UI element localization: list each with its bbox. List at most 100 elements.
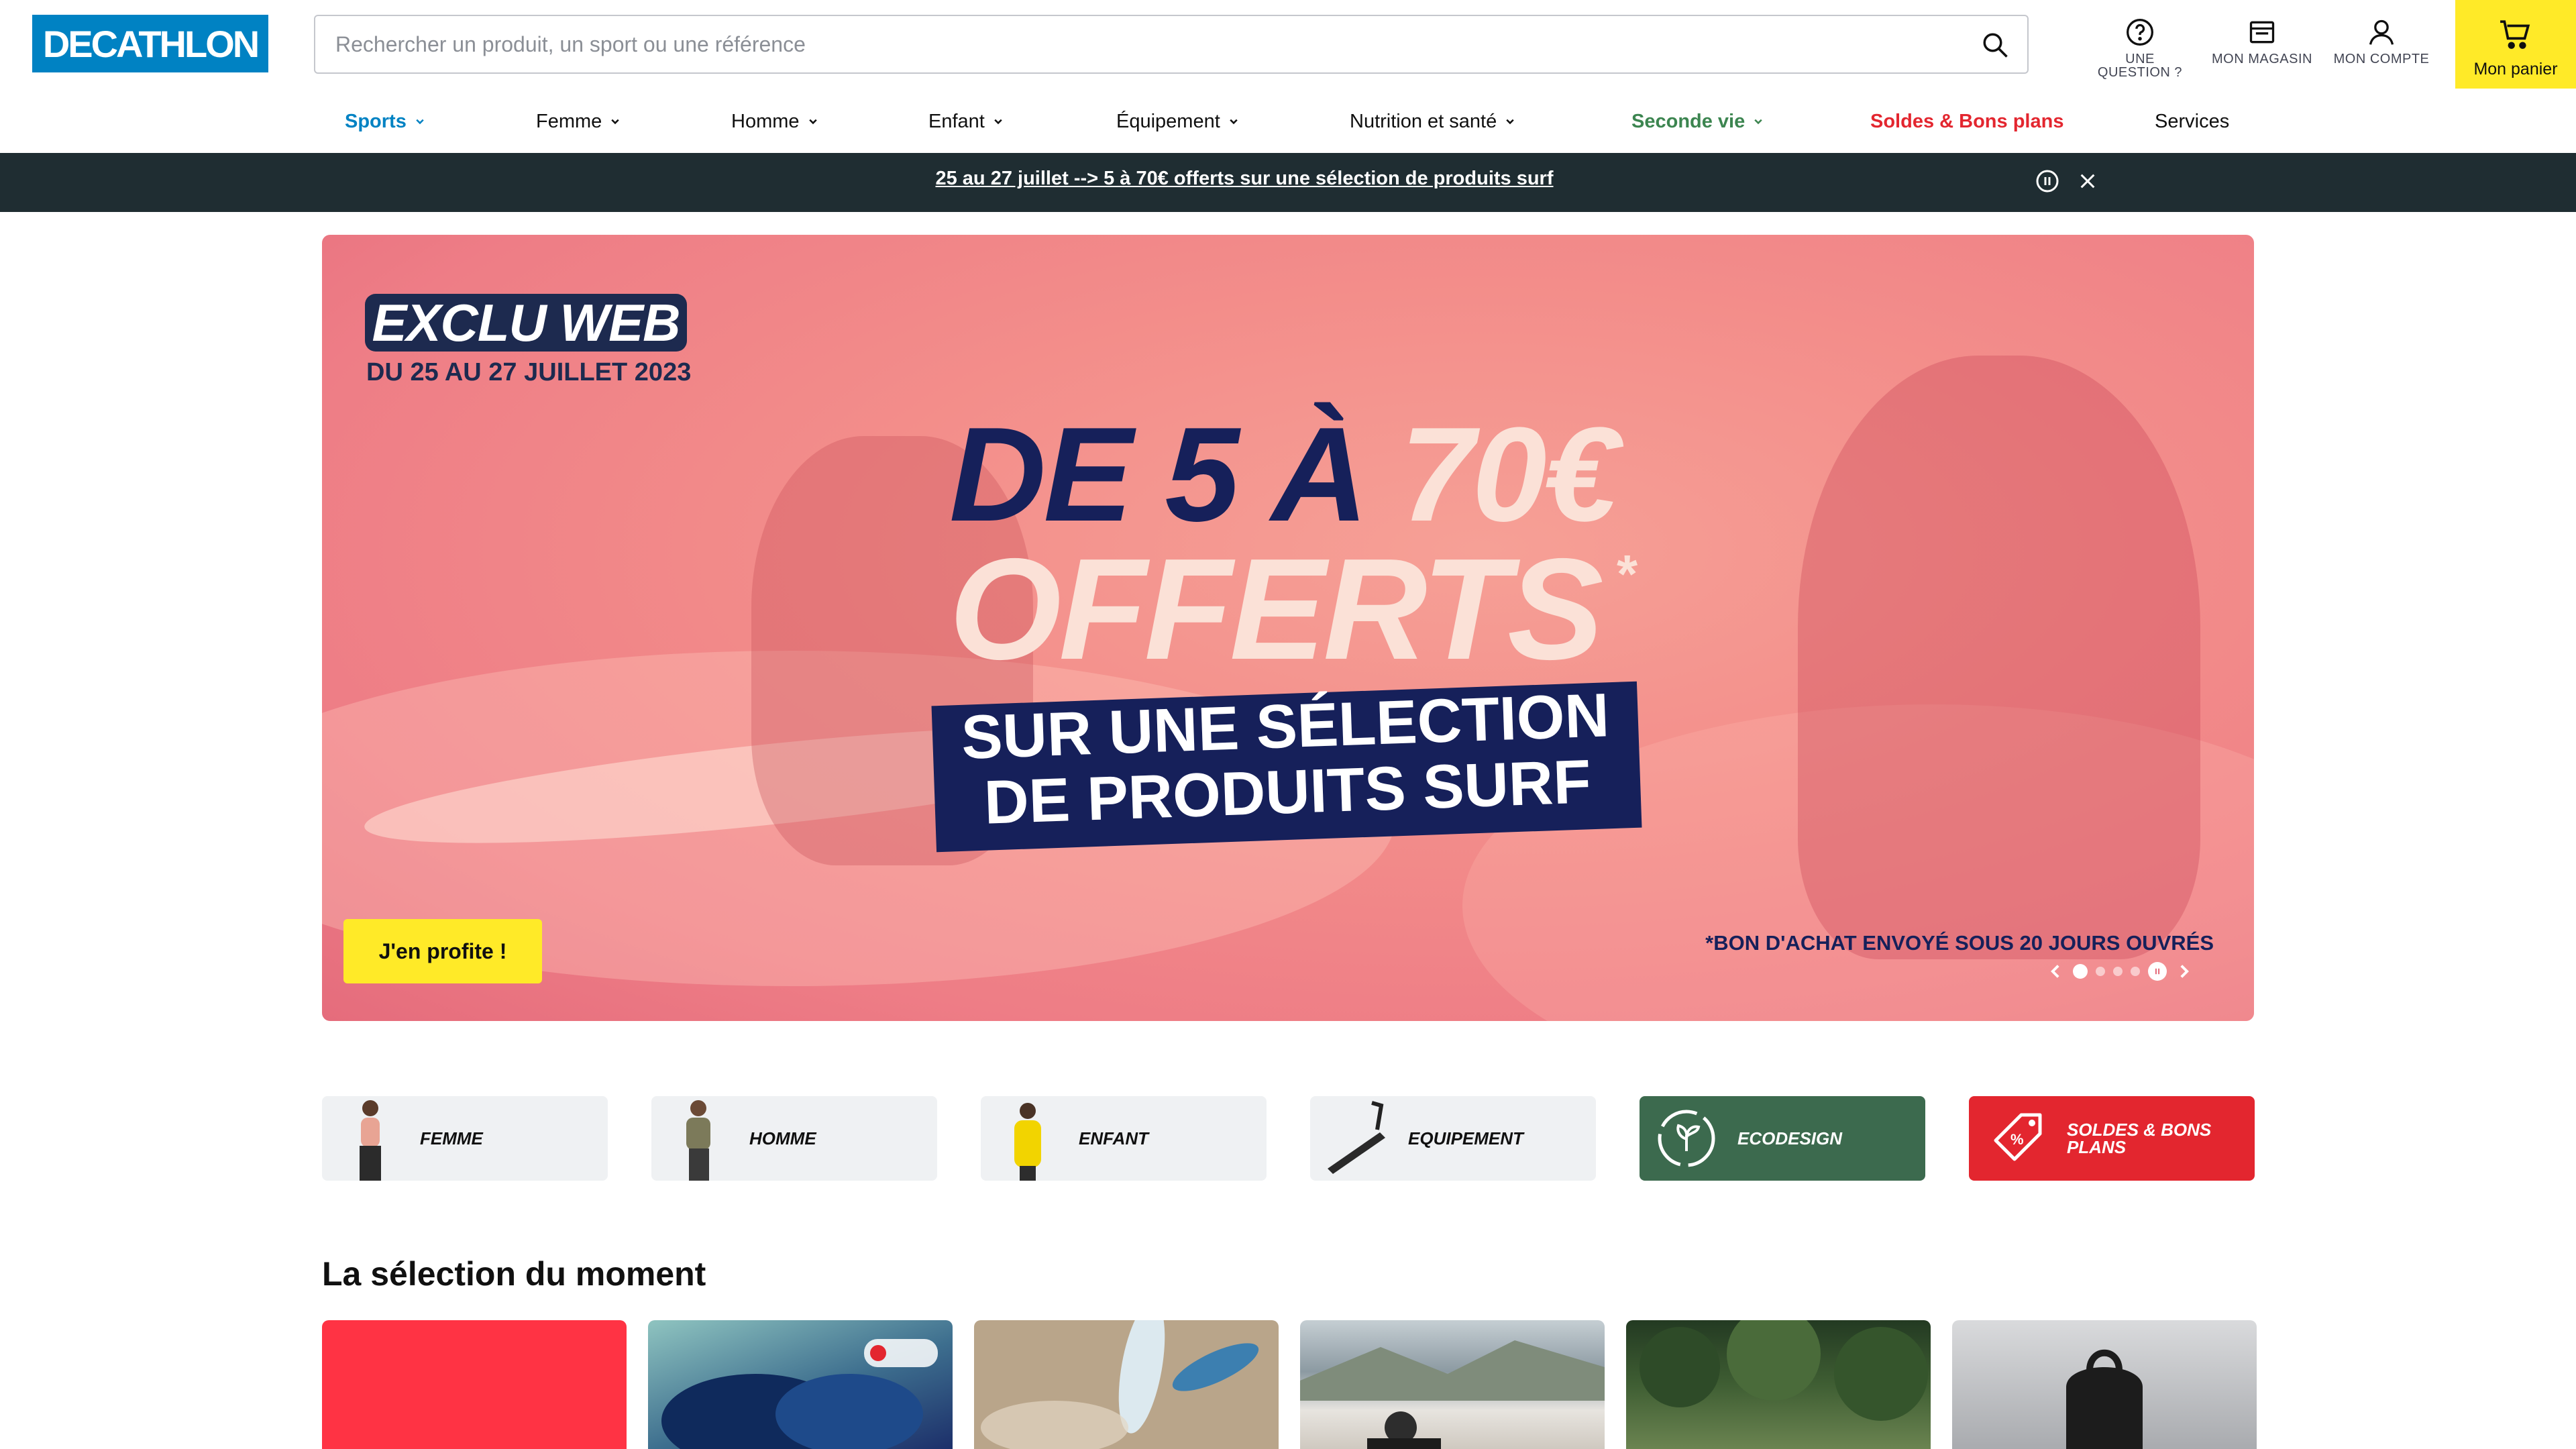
- water-shoes-image: [661, 1339, 938, 1449]
- promo-dates: DU 25 AU 27 JUILLET 2023: [366, 358, 692, 386]
- chevron-down-icon: [611, 119, 620, 125]
- search-bar: [314, 15, 2029, 74]
- forest-image: [1640, 1320, 1928, 1421]
- selection-card[interactable]: [1952, 1320, 2257, 1449]
- exclu-web-badge: EXCLU WEB: [365, 294, 687, 352]
- category-label: HOMME: [749, 1128, 816, 1148]
- chevron-down-icon: [1506, 119, 1514, 125]
- nav-item-label: Femme: [536, 110, 602, 132]
- nav-item-label: Enfant: [928, 110, 985, 132]
- backpack-image: [2066, 1349, 2143, 1449]
- search-icon: [1983, 33, 2008, 58]
- carousel-pause-button[interactable]: [2148, 962, 2167, 981]
- asterisk: *: [1617, 544, 1638, 604]
- hero-footnote: *BON D'ACHAT ENVOYÉ SOUS 20 JOURS OUVRÉS: [1705, 931, 2214, 955]
- nav-item-label: Seconde vie: [1631, 110, 1746, 132]
- nav-item-label: Services: [2155, 110, 2230, 132]
- promo-banner-bar: 25 au 27 juillet --> 5 à 70€ offerts sur…: [0, 153, 2576, 212]
- store-icon: [2249, 21, 2275, 44]
- jen-profite-button[interactable]: J'en profite !: [343, 919, 542, 983]
- carousel-dot[interactable]: [2131, 967, 2140, 976]
- nav-item-nutrition-sante[interactable]: Nutrition et santé: [1350, 106, 1515, 137]
- category-label: FEMME: [420, 1128, 483, 1148]
- nav-item-sports[interactable]: Sports: [345, 106, 425, 137]
- price-tag-icon: %: [1982, 1096, 2049, 1181]
- nav-item-label: Nutrition et santé: [1350, 110, 1497, 132]
- chevron-down-icon: [1754, 119, 1762, 125]
- category-tile-equipement[interactable]: EQUIPEMENT: [1310, 1096, 1596, 1181]
- nav-item-services[interactable]: Services: [2155, 106, 2229, 137]
- question-label: UNE QUESTION ?: [2097, 52, 2183, 80]
- promo-banner-link[interactable]: 25 au 27 juillet --> 5 à 70€ offerts sur…: [0, 168, 2489, 190]
- pause-icon[interactable]: [2035, 169, 2059, 193]
- user-icon: [2369, 19, 2394, 45]
- logo-text: DECATHLON: [42, 22, 260, 65]
- category-tile-femme[interactable]: FEMME: [322, 1096, 608, 1181]
- account-label: MON COMPTE: [2333, 52, 2430, 66]
- search-input[interactable]: [335, 16, 1932, 72]
- nav-item-seconde-vie[interactable]: Seconde vie: [1631, 106, 1764, 137]
- carousel-dot[interactable]: [2096, 967, 2105, 976]
- svg-text:%: %: [2010, 1131, 2024, 1148]
- pause-icon: [2155, 968, 2160, 975]
- hero-headline-amount: DE 5 À 70€: [949, 408, 1619, 542]
- surf-gear-image: [981, 1320, 1259, 1449]
- category-tile-ecodesign[interactable]: ECODESIGN: [1640, 1096, 1925, 1181]
- hero-headline-offerts: OFFERTS: [949, 528, 1603, 690]
- carousel-dot[interactable]: [2113, 967, 2123, 976]
- decathlon-logo[interactable]: DECATHLON: [32, 15, 268, 72]
- my-account-button[interactable]: MON COMPTE: [2328, 17, 2435, 78]
- treadmill-image: [1324, 1096, 1391, 1181]
- nav-item-label: Sports: [345, 110, 407, 132]
- selection-card[interactable]: [1300, 1320, 1605, 1449]
- category-label: SOLDES & BONS PLANS: [2067, 1120, 2212, 1157]
- surfer-photo: [1300, 1340, 1605, 1449]
- cart-icon: [2500, 20, 2530, 49]
- close-icon[interactable]: [2078, 172, 2097, 191]
- headline-cream-text: 70€: [1400, 400, 1619, 549]
- category-label: EQUIPEMENT: [1408, 1128, 1523, 1148]
- cart-label: Mon panier: [2473, 60, 2558, 78]
- carousel-controls: [2046, 958, 2194, 985]
- nav-item-equipement[interactable]: Équipement: [1116, 106, 1239, 137]
- site-header: DECATHLON UNE QUESTION ? MON MAGASIN MON…: [0, 0, 2576, 89]
- category-label: ENFANT: [1079, 1128, 1148, 1148]
- enfant-model-image: [994, 1096, 1061, 1181]
- nav-item-homme[interactable]: Homme: [731, 106, 818, 137]
- femme-model-image: [335, 1096, 402, 1181]
- homme-model-image: [665, 1096, 732, 1181]
- category-tile-homme[interactable]: HOMME: [651, 1096, 937, 1181]
- chevron-right-icon[interactable]: [2175, 962, 2194, 981]
- category-tile-soldes-bons-plans[interactable]: % SOLDES & BONS PLANS: [1969, 1096, 2255, 1181]
- ecodesign-icon: [1653, 1096, 1720, 1181]
- category-label: ECODESIGN: [1737, 1128, 1843, 1148]
- selection-card[interactable]: [648, 1320, 953, 1449]
- nav-item-enfant[interactable]: Enfant: [928, 106, 1004, 137]
- nav-item-soldes-bons-plans[interactable]: Soldes & Bons plans: [1870, 106, 2063, 137]
- category-tile-enfant[interactable]: ENFANT: [981, 1096, 1267, 1181]
- help-question-button[interactable]: UNE QUESTION ?: [2086, 17, 2194, 80]
- chevron-down-icon: [1230, 119, 1238, 125]
- category-tiles: FEMME HOMME ENFANT EQUIPEMENT ECODESIGN …: [322, 1096, 2255, 1181]
- chevron-down-icon: [994, 119, 1002, 125]
- chevron-down-icon: [416, 119, 424, 125]
- selection-card[interactable]: [322, 1320, 627, 1449]
- nav-item-label: Homme: [731, 110, 800, 132]
- cart-button[interactable]: Mon panier: [2455, 0, 2576, 89]
- question-circle-icon: [2127, 19, 2153, 46]
- selection-card[interactable]: [974, 1320, 1279, 1449]
- search-button[interactable]: [1976, 27, 2014, 63]
- store-label: MON MAGASIN: [2212, 52, 2312, 66]
- selection-card[interactable]: [1626, 1320, 1931, 1449]
- selection-cards: [322, 1320, 2257, 1449]
- nav-item-femme[interactable]: Femme: [536, 106, 621, 137]
- my-store-button[interactable]: MON MAGASIN: [2208, 17, 2316, 78]
- chevron-down-icon: [808, 119, 817, 125]
- nav-item-label: Soldes & Bons plans: [1870, 110, 2064, 132]
- main-nav: Sports Femme Homme Enfant Équipement Nut…: [0, 93, 2576, 153]
- hero-banner[interactable]: EXCLU WEB DU 25 AU 27 JUILLET 2023 DE 5 …: [322, 235, 2254, 1021]
- hero-ribbon: SUR UNE SÉLECTION DE PRODUITS SURF: [931, 681, 1642, 853]
- chevron-left-icon[interactable]: [2046, 962, 2065, 981]
- selection-title: La sélection du moment: [322, 1255, 706, 1293]
- carousel-dot[interactable]: [2073, 964, 2088, 979]
